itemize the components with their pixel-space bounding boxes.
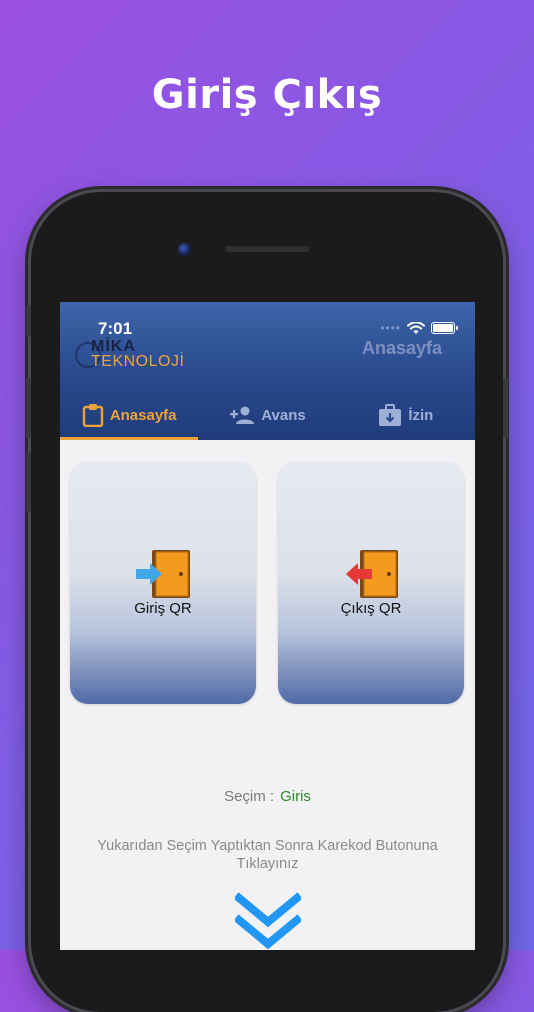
checkout-qr-button[interactable]: Çıkış QR — [278, 462, 464, 704]
door-exit-icon — [346, 550, 398, 598]
briefcase-icon — [379, 404, 402, 426]
status-time: 7:01 — [98, 319, 133, 338]
tab-bar: Anasayfa Avans İzin — [60, 390, 475, 440]
logo-line2: TEKNOLOJİ — [91, 353, 185, 370]
page-title: Anasayfa — [361, 338, 442, 358]
door-enter-icon — [136, 550, 190, 598]
add-person-icon — [230, 406, 255, 424]
signal-icon: •••• — [380, 321, 401, 335]
front-camera — [178, 243, 191, 256]
app-screen: 7:01 •••• MİKA TEKNOLOJİ Anasayfa Anasay… — [60, 302, 475, 950]
selection-status: Seçim : Giris — [60, 788, 475, 805]
selection-label: Seçim : — [224, 788, 275, 805]
app-header: 7:01 •••• MİKA TEKNOLOJİ Anasayfa Anasay… — [60, 302, 475, 440]
clipboard-icon — [82, 404, 104, 427]
tab-label: Avans — [261, 406, 306, 424]
phone-mute-switch — [26, 305, 31, 337]
tab-izin[interactable]: İzin — [337, 390, 475, 440]
phone-volume-down — [26, 452, 31, 512]
wifi-icon — [407, 321, 425, 334]
tab-avans[interactable]: Avans — [198, 390, 336, 440]
tab-label: İzin — [408, 406, 434, 424]
tab-label: Anasayfa — [109, 406, 177, 424]
earpiece-speaker — [225, 246, 310, 252]
selection-value: Giris — [280, 788, 311, 805]
phone-power-button — [503, 378, 508, 438]
double-chevron-down-icon — [235, 892, 301, 950]
instruction-text: Yukarıdan Seçim Yaptıktan Sonra Karekod … — [97, 838, 438, 872]
phone-volume-up — [26, 378, 31, 438]
promo-headline: Giriş Çıkış — [151, 72, 383, 118]
battery-icon — [431, 322, 458, 334]
tab-anasayfa[interactable]: Anasayfa — [60, 390, 199, 440]
checkin-qr-button[interactable]: Giriş QR — [70, 462, 256, 704]
status-icons: •••• — [380, 321, 458, 335]
card-label: Giriş QR — [134, 600, 192, 617]
card-label: Çıkış QR — [340, 600, 402, 617]
